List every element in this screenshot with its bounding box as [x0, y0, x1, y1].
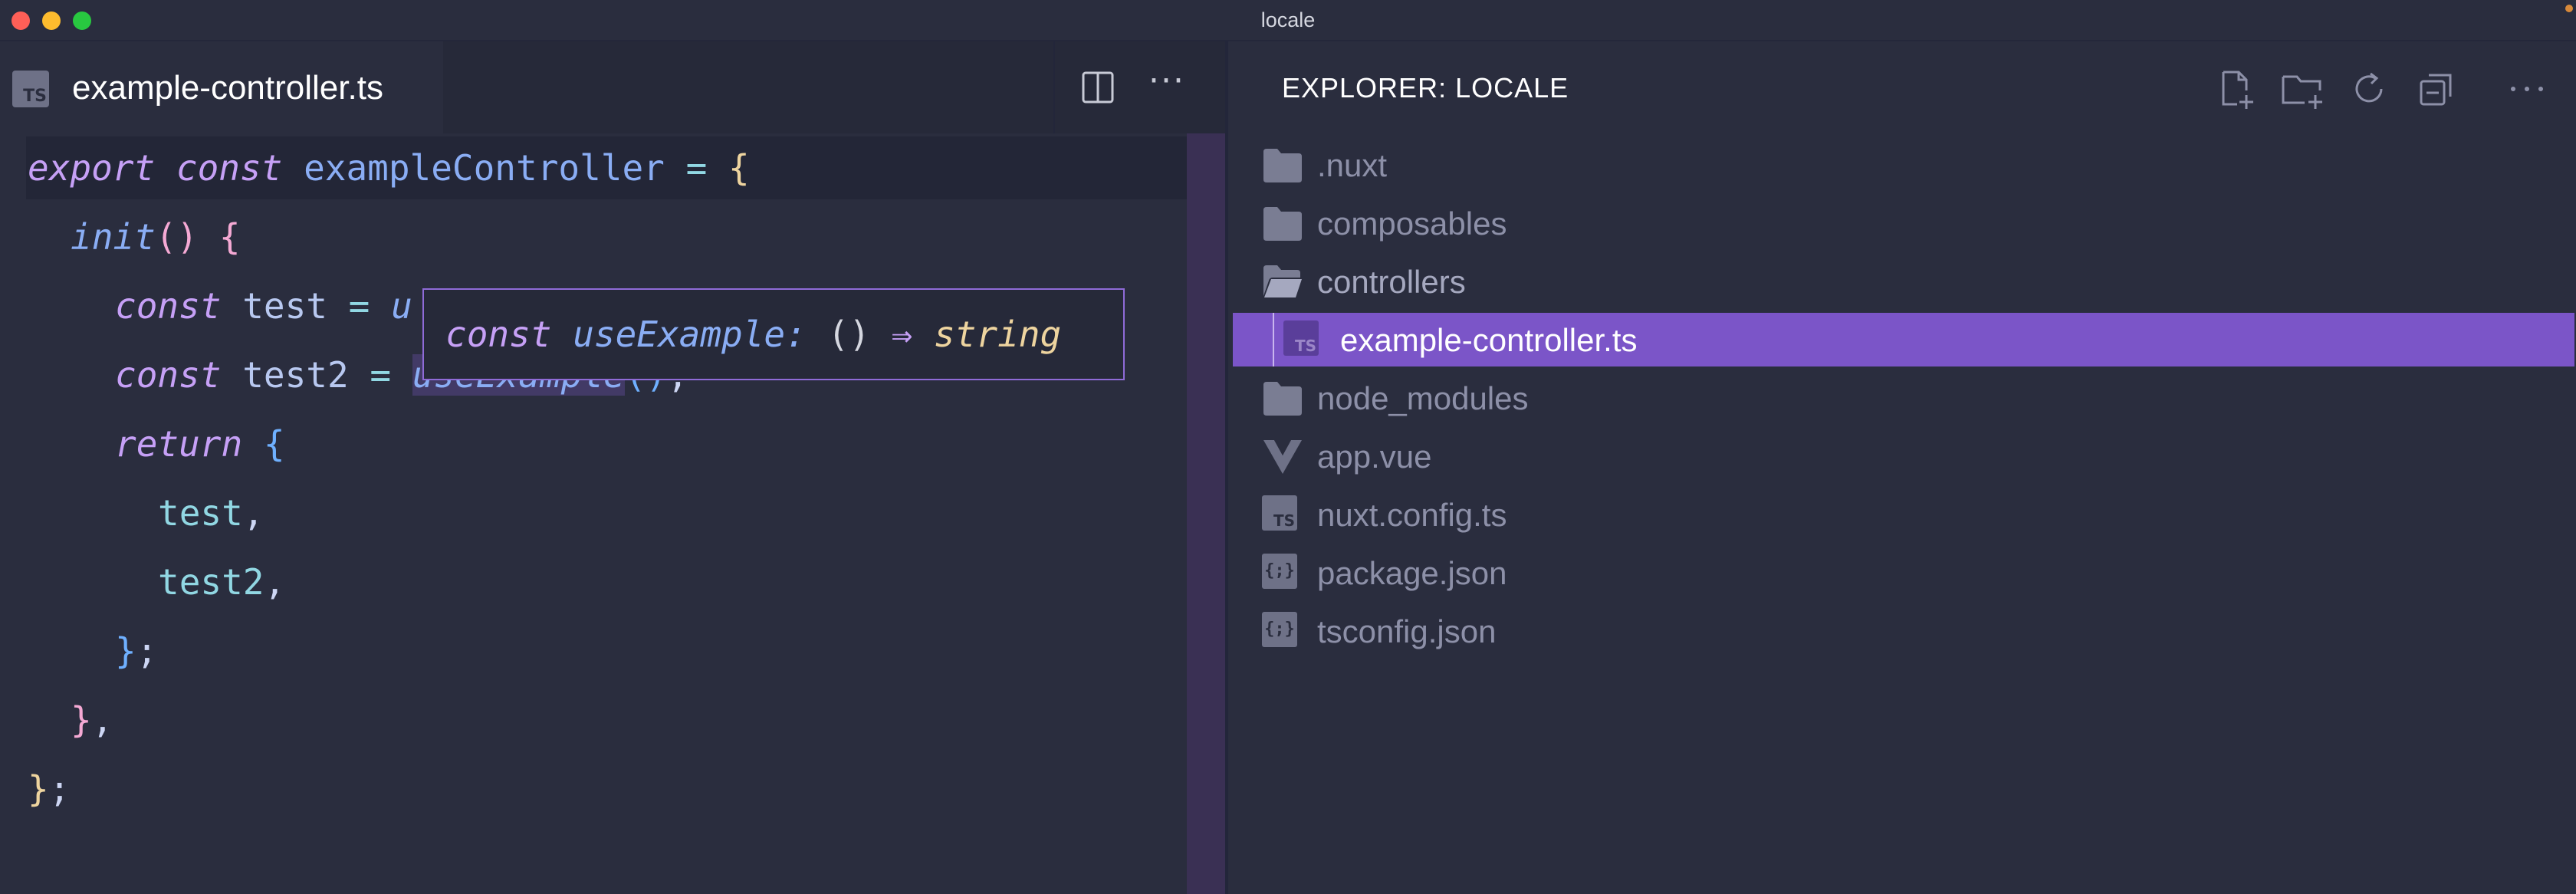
- window-title: locale: [1260, 8, 1316, 31]
- hover-tooltip: const useExample: () ⇒ string: [422, 288, 1125, 380]
- editor-actions: ···: [1053, 41, 1227, 133]
- folder-open-icon: [1263, 265, 1302, 297]
- code-line-3: const test = u: [115, 285, 412, 327]
- code-line-9: },: [71, 699, 113, 741]
- editor-pane: TS example-controller.ts ··· export cons…: [0, 41, 1225, 894]
- tree-item-controllers[interactable]: controllers: [1228, 255, 2576, 308]
- folder-icon: [1263, 382, 1302, 416]
- split-editor-icon[interactable]: [1081, 71, 1115, 104]
- tab-example-controller[interactable]: TS example-controller.ts: [0, 41, 443, 133]
- json-file-icon: {;}: [1262, 612, 1303, 650]
- folder-icon: [1263, 149, 1302, 182]
- tree-item-node-modules[interactable]: node_modules: [1228, 371, 2576, 425]
- code-line-2: init() {: [71, 216, 241, 258]
- code-area[interactable]: export const exampleController = { init(…: [0, 133, 1187, 894]
- tab-label: example-controller.ts: [72, 69, 383, 107]
- title-bar: locale: [0, 0, 2576, 41]
- json-file-icon: {;}: [1262, 554, 1303, 592]
- code-line-7: test2,: [158, 561, 286, 603]
- explorer-title: EXPLORER: LOCALE: [1282, 72, 1569, 104]
- notification-dot: [2565, 5, 2573, 12]
- editor-scrollbar[interactable]: [1187, 133, 1225, 894]
- indent-guide: [1273, 313, 1274, 366]
- collapse-all-icon[interactable]: [2415, 67, 2458, 110]
- tree-item-package-json[interactable]: {;} package.json: [1228, 546, 2576, 600]
- new-folder-icon[interactable]: [2280, 67, 2326, 110]
- code-line-5: return {: [115, 423, 285, 465]
- typescript-file-icon: TS: [1283, 320, 1325, 359]
- more-icon[interactable]: [2505, 67, 2548, 110]
- tree-item-tsconfig-json[interactable]: {;} tsconfig.json: [1228, 604, 2576, 658]
- tree-item-nuxt-config[interactable]: TS nuxt.config.ts: [1228, 488, 2576, 541]
- tree-item-example-controller[interactable]: TS example-controller.ts: [1233, 313, 2574, 366]
- folder-icon: [1263, 207, 1302, 241]
- tree-item-composables[interactable]: composables: [1228, 196, 2576, 250]
- editor-tab-bar: TS example-controller.ts ···: [0, 41, 1225, 133]
- tree-item-nuxt[interactable]: .nuxt: [1228, 138, 2576, 192]
- more-actions-icon[interactable]: ···: [1148, 61, 1185, 100]
- explorer-pane: EXPLORER: LOCALE .nuxt composables contr…: [1225, 41, 2576, 894]
- new-file-icon[interactable]: [2214, 67, 2257, 110]
- tree-item-app-vue[interactable]: app.vue: [1228, 429, 2576, 483]
- vue-file-icon: [1263, 440, 1302, 474]
- code-line-1: export const exampleController = {: [28, 147, 750, 189]
- code-line-10: };: [28, 768, 71, 810]
- code-line-6: test,: [158, 492, 264, 534]
- typescript-file-icon: TS: [12, 71, 49, 107]
- code-line-8: };: [115, 630, 158, 672]
- refresh-icon[interactable]: [2348, 67, 2390, 110]
- typescript-file-icon: TS: [1262, 495, 1303, 534]
